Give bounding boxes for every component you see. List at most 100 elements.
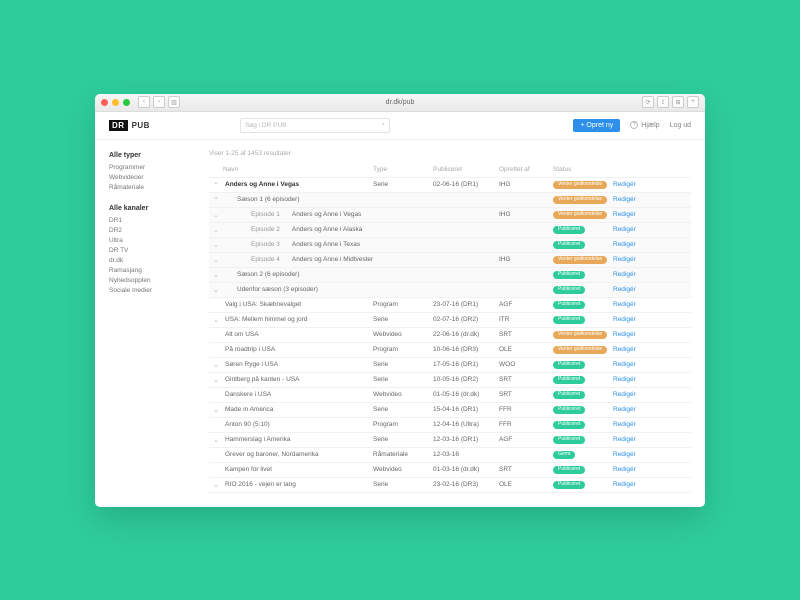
- table-row[interactable]: ⌄Søren Ryge i USASerie17-05-16 (DR1)WOOP…: [209, 358, 691, 373]
- sidebar-item[interactable]: dr.dk: [109, 256, 209, 266]
- new-tab-icon[interactable]: +: [687, 96, 699, 108]
- expand-icon[interactable]: ⌃: [209, 181, 223, 189]
- zoom-icon[interactable]: [123, 99, 130, 106]
- expand-icon[interactable]: ⌄: [209, 211, 223, 219]
- sidebar-item[interactable]: Programmer: [109, 163, 209, 173]
- edit-link[interactable]: Redigér: [613, 391, 649, 398]
- table-row[interactable]: ⌄Episode 4Anders og Anne i MidtvestenIHG…: [209, 253, 691, 268]
- expand-icon[interactable]: ⌄: [209, 286, 223, 294]
- table-row[interactable]: Alt om USAWebvideo22-06-16 (dr.dk)SRTVen…: [209, 328, 691, 343]
- search-icon: ⌕: [381, 121, 385, 129]
- expand-icon[interactable]: ⌄: [209, 376, 223, 384]
- app-logo[interactable]: DR PUB: [109, 120, 150, 131]
- row-published: 01-03-16 (dr.dk): [433, 466, 499, 473]
- expand-icon[interactable]: ⌄: [209, 406, 223, 414]
- edit-link[interactable]: Redigér: [613, 436, 649, 443]
- minimize-icon[interactable]: [112, 99, 119, 106]
- table-row[interactable]: ⌄RIO 2016 - vejen er langSerie23-02-16 (…: [209, 478, 691, 493]
- search-input[interactable]: Søg i DR PUB ⌕: [240, 118, 390, 133]
- expand-icon[interactable]: ⌄: [209, 271, 223, 279]
- table-row[interactable]: ⌃Anders og Anne i VegasSerie02-06-16 (DR…: [209, 178, 691, 193]
- row-title: Anton 90 (5:10): [225, 421, 270, 428]
- row-author: SRT: [499, 331, 553, 338]
- sidebar-item[interactable]: DR1: [109, 216, 209, 226]
- sidebar-item[interactable]: DR TV: [109, 246, 209, 256]
- row-title: Udenfor sæson (3 episoder): [237, 286, 318, 293]
- edit-link[interactable]: Redigér: [613, 181, 649, 188]
- expand-icon[interactable]: ⌄: [209, 316, 223, 324]
- sidebar-toggle-icon[interactable]: ▥: [168, 96, 180, 108]
- edit-link[interactable]: Redigér: [613, 196, 649, 203]
- close-icon[interactable]: [101, 99, 108, 106]
- row-type: Webvideo: [373, 466, 433, 473]
- address-bar[interactable]: dr.dk/pub: [386, 99, 415, 106]
- edit-link[interactable]: Redigér: [613, 301, 649, 308]
- table-row[interactable]: ⌄Sæson 2 (6 episoder)PubliceretRedigér: [209, 268, 691, 283]
- table-row[interactable]: ⌃Sæson 1 (6 episoder)Venter godkendelseR…: [209, 193, 691, 208]
- forward-button[interactable]: ›: [153, 96, 165, 108]
- sidebar-item[interactable]: Ramasjang: [109, 266, 209, 276]
- expand-icon[interactable]: ⌄: [209, 256, 223, 264]
- edit-link[interactable]: Redigér: [613, 466, 649, 473]
- edit-link[interactable]: Redigér: [613, 211, 649, 218]
- edit-link[interactable]: Redigér: [613, 316, 649, 323]
- edit-link[interactable]: Redigér: [613, 406, 649, 413]
- expand-icon[interactable]: ⌄: [209, 241, 223, 249]
- table-row[interactable]: ⌄Episode 3Anders og Anne i TexasPublicer…: [209, 238, 691, 253]
- back-button[interactable]: ‹: [138, 96, 150, 108]
- table-row[interactable]: ⌄USA: Mellem himmel og jordSerie02-07-16…: [209, 313, 691, 328]
- table-row[interactable]: ⌄Made in AmericaSerie15-04-16 (DR1)FFRPu…: [209, 403, 691, 418]
- edit-link[interactable]: Redigér: [613, 241, 649, 248]
- row-author: IHG: [499, 256, 553, 263]
- sidebar: Alle typer ProgrammerWebvideoerRåmateria…: [109, 150, 209, 493]
- row-type: Råmateriale: [373, 451, 433, 458]
- edit-link[interactable]: Redigér: [613, 481, 649, 488]
- sidebar-item[interactable]: Råmateriale: [109, 183, 209, 193]
- expand-icon[interactable]: ⌄: [209, 481, 223, 489]
- row-type: Webvideo: [373, 331, 433, 338]
- edit-link[interactable]: Redigér: [613, 451, 649, 458]
- row-title: Anders og Anne i Midtvesten: [292, 256, 373, 263]
- tabs-icon[interactable]: ⊞: [672, 96, 684, 108]
- sidebar-item[interactable]: DR2: [109, 226, 209, 236]
- table-row[interactable]: Kampen for livetWebvideo01-03-16 (dr.dk)…: [209, 463, 691, 478]
- expand-icon[interactable]: ⌄: [209, 436, 223, 444]
- table-row[interactable]: ⌄Udenfor sæson (3 episoder)PubliceretRed…: [209, 283, 691, 298]
- edit-link[interactable]: Redigér: [613, 271, 649, 278]
- edit-link[interactable]: Redigér: [613, 361, 649, 368]
- expand-icon[interactable]: ⌄: [209, 226, 223, 234]
- sidebar-item[interactable]: Webvideoer: [109, 173, 209, 183]
- edit-link[interactable]: Redigér: [613, 346, 649, 353]
- table-row[interactable]: På roadtrip i USAProgram10-06-16 (DR3)OL…: [209, 343, 691, 358]
- expand-icon[interactable]: ⌃: [209, 196, 223, 204]
- create-button[interactable]: + Opret ny: [573, 119, 620, 132]
- table-row[interactable]: Grever og baroner, NordamerikaRåmaterial…: [209, 448, 691, 463]
- status-badge: Venter godkendelse: [553, 256, 607, 264]
- row-published: 22-06-16 (dr.dk): [433, 331, 499, 338]
- expand-icon[interactable]: ⌄: [209, 361, 223, 369]
- sidebar-item[interactable]: Sociale medier: [109, 286, 209, 296]
- share-icon[interactable]: ⇪: [657, 96, 669, 108]
- page-content: DR PUB Søg i DR PUB ⌕ + Opret ny ? Hjælp…: [95, 112, 705, 507]
- row-published: 10-06-16 (DR3): [433, 346, 499, 353]
- edit-link[interactable]: Redigér: [613, 421, 649, 428]
- table-row[interactable]: Valg i USA: SkæbnevalgetProgram23-07-16 …: [209, 298, 691, 313]
- table-row[interactable]: ⌄Episode 1Anders og Anne i VegasIHGVente…: [209, 208, 691, 223]
- row-published: 10-05-16 (DR2): [433, 376, 499, 383]
- top-actions: + Opret ny ? Hjælp Log ud: [573, 119, 691, 132]
- table-row[interactable]: Anton 90 (5:10)Program12-04-16 (Ultra)FF…: [209, 418, 691, 433]
- table-row[interactable]: Danskere i USAWebvideo01-05-16 (dr.dk)SR…: [209, 388, 691, 403]
- logout-link[interactable]: Log ud: [670, 122, 691, 129]
- table-row[interactable]: ⌄Episode 2Anders og Anne i AlaskaPublice…: [209, 223, 691, 238]
- edit-link[interactable]: Redigér: [613, 376, 649, 383]
- help-link[interactable]: ? Hjælp: [630, 121, 659, 129]
- edit-link[interactable]: Redigér: [613, 256, 649, 263]
- table-row[interactable]: ⌄Gintberg på kanten - USASerie10-05-16 (…: [209, 373, 691, 388]
- sidebar-item[interactable]: Ultra: [109, 236, 209, 246]
- edit-link[interactable]: Redigér: [613, 331, 649, 338]
- edit-link[interactable]: Redigér: [613, 226, 649, 233]
- reload-icon[interactable]: ⟳: [642, 96, 654, 108]
- edit-link[interactable]: Redigér: [613, 286, 649, 293]
- sidebar-item[interactable]: Nyhedsopplen: [109, 276, 209, 286]
- table-row[interactable]: ⌄Hammerslag i AmerikaSerie12-03-16 (DR1)…: [209, 433, 691, 448]
